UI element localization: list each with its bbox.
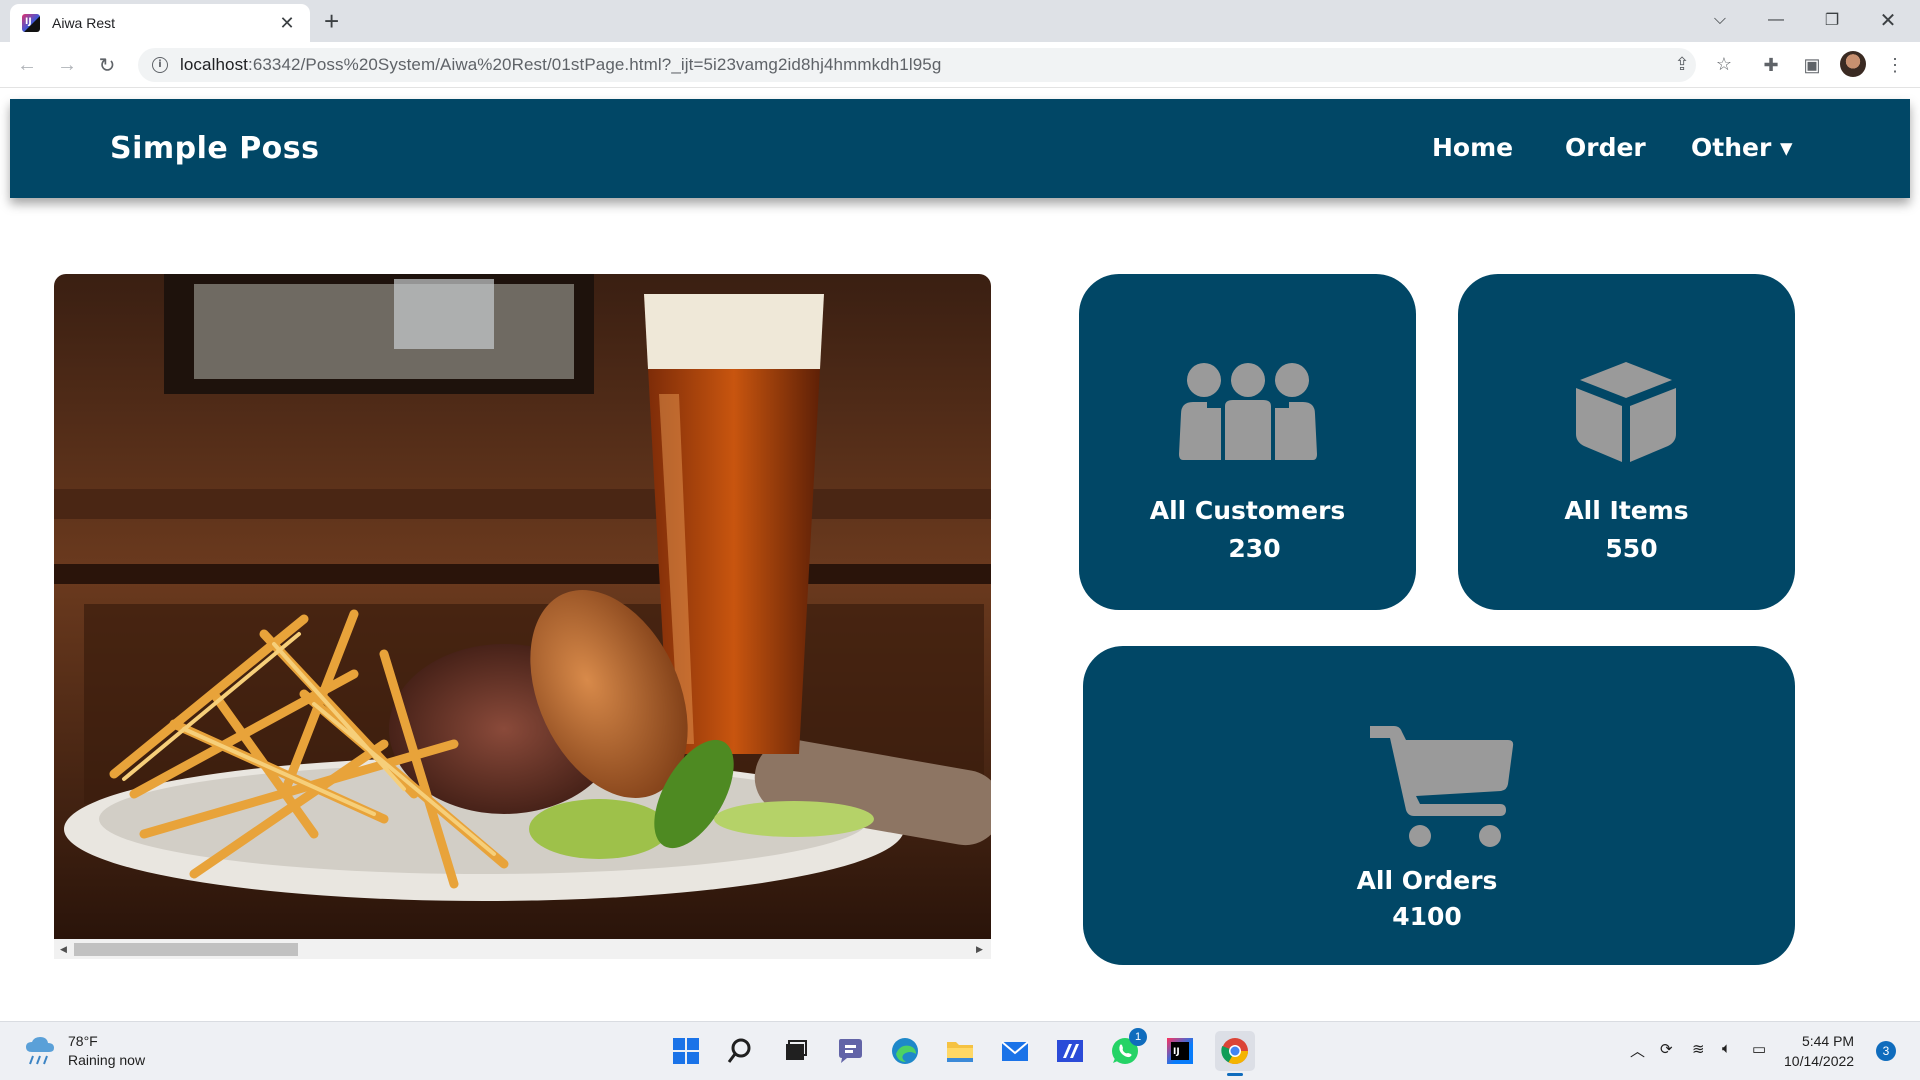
bookmark-star-icon[interactable]: ☆: [1710, 50, 1738, 78]
orders-count: 4100: [1392, 902, 1462, 931]
customers-count: 230: [1228, 534, 1281, 563]
customers-group-icon: [1179, 363, 1317, 460]
address-bar[interactable]: i localhost:63342/Poss%20System/Aiwa%20R…: [138, 48, 1696, 82]
browser-tab[interactable]: Aiwa Rest ✕: [10, 4, 310, 42]
tray-overflow-chevron-icon[interactable]: ︿: [1630, 1040, 1645, 1061]
site-info-icon[interactable]: i: [152, 57, 168, 73]
close-tab-icon[interactable]: ✕: [276, 13, 298, 34]
tab-search-chevron-icon[interactable]: ⌵: [1692, 0, 1748, 40]
orders-card[interactable]: All Orders 4100: [1083, 646, 1795, 965]
whatsapp-badge: 1: [1129, 1028, 1147, 1046]
tab-title: Aiwa Rest: [52, 15, 116, 31]
new-tab-button[interactable]: +: [324, 6, 339, 36]
items-card[interactable]: All Items 550: [1458, 274, 1795, 610]
customers-card[interactable]: All Customers 230: [1079, 274, 1416, 610]
restore-button[interactable]: ❐: [1804, 0, 1860, 40]
back-button[interactable]: ←: [12, 50, 42, 80]
sync-icon[interactable]: ⟳: [1660, 1040, 1673, 1058]
forward-button[interactable]: →: [52, 50, 82, 80]
shopping-cart-icon: [1370, 726, 1514, 847]
reload-button[interactable]: ↻: [92, 50, 122, 80]
nav-link-home[interactable]: Home: [1432, 133, 1513, 162]
items-label: All Items: [1564, 496, 1689, 525]
chrome-icon[interactable]: [1215, 1031, 1255, 1076]
rain-cloud-icon: [26, 1037, 54, 1065]
weather-widget[interactable]: 78°F Raining now: [24, 1032, 145, 1070]
clock-date: 10/14/2022: [1784, 1053, 1855, 1069]
customers-label: All Customers: [1149, 496, 1346, 525]
powershell-app-icon[interactable]: [1050, 1031, 1090, 1071]
battery-icon[interactable]: ▭: [1752, 1040, 1766, 1058]
file-explorer-icon[interactable]: [940, 1031, 980, 1071]
extensions-icon[interactable]: ✚: [1756, 50, 1786, 80]
mail-icon[interactable]: [995, 1031, 1035, 1071]
profile-avatar[interactable]: [1840, 51, 1866, 77]
intellij-idea-icon[interactable]: IJ: [1160, 1031, 1200, 1071]
wifi-icon[interactable]: ≋: [1692, 1040, 1705, 1058]
notification-count-badge[interactable]: 3: [1876, 1041, 1896, 1061]
volume-icon[interactable]: 🔈︎: [1722, 1040, 1731, 1057]
site-navbar: Simple Poss Home Order Other ▾: [10, 99, 1910, 198]
active-app-indicator: [1227, 1073, 1243, 1076]
page-content: Simple Poss Home Order Other ▾ ◀ ▶ All C…: [0, 89, 1920, 1021]
box-cube-icon: [1576, 362, 1676, 462]
menu-kebab-icon[interactable]: ⋮: [1880, 50, 1910, 80]
whatsapp-icon[interactable]: 1: [1105, 1028, 1147, 1071]
items-count: 550: [1605, 534, 1658, 563]
brand-title[interactable]: Simple Poss: [110, 131, 320, 166]
nav-link-other-dropdown[interactable]: Other ▾: [1691, 133, 1793, 162]
image-horizontal-scrollbar[interactable]: ◀ ▶: [54, 939, 991, 959]
share-icon[interactable]: ⇪: [1668, 50, 1696, 78]
scroll-right-arrow-icon[interactable]: ▶: [976, 944, 983, 955]
close-window-button[interactable]: ✕: [1860, 0, 1916, 40]
browser-tab-strip: Aiwa Rest ✕ + ⌵ — ❐ ✕: [0, 0, 1920, 42]
orders-label: All Orders: [1356, 866, 1498, 895]
minimize-button[interactable]: —: [1748, 0, 1804, 40]
windows-start-icon[interactable]: [666, 1031, 706, 1071]
system-clock[interactable]: 5:44 PM 10/14/2022: [1784, 1031, 1854, 1071]
task-view-icon[interactable]: [775, 1031, 815, 1071]
hero-food-image: [54, 274, 991, 939]
edge-browser-icon[interactable]: [885, 1031, 925, 1071]
svg-text:IJ: IJ: [1173, 1047, 1180, 1057]
weather-temperature: 78°F: [68, 1033, 98, 1049]
side-panel-icon[interactable]: ▣: [1797, 50, 1827, 80]
scroll-left-arrow-icon[interactable]: ◀: [60, 944, 67, 955]
weather-description: Raining now: [68, 1052, 146, 1068]
url-text[interactable]: localhost:63342/Poss%20System/Aiwa%20Res…: [180, 55, 941, 75]
scrollbar-thumb[interactable]: [74, 943, 298, 956]
teams-chat-icon[interactable]: [830, 1031, 870, 1071]
windows-taskbar: 78°F Raining now 1 IJ ︿ ⟳ ≋ 🔈︎ ▭ 5:44 PM…: [0, 1021, 1920, 1080]
clock-time: 5:44 PM: [1801, 1033, 1855, 1049]
intellij-favicon-icon: [22, 14, 40, 32]
browser-toolbar: ← → ↻ i localhost:63342/Poss%20System/Ai…: [0, 42, 1920, 88]
search-icon[interactable]: [720, 1031, 760, 1071]
nav-link-order[interactable]: Order: [1565, 133, 1646, 162]
